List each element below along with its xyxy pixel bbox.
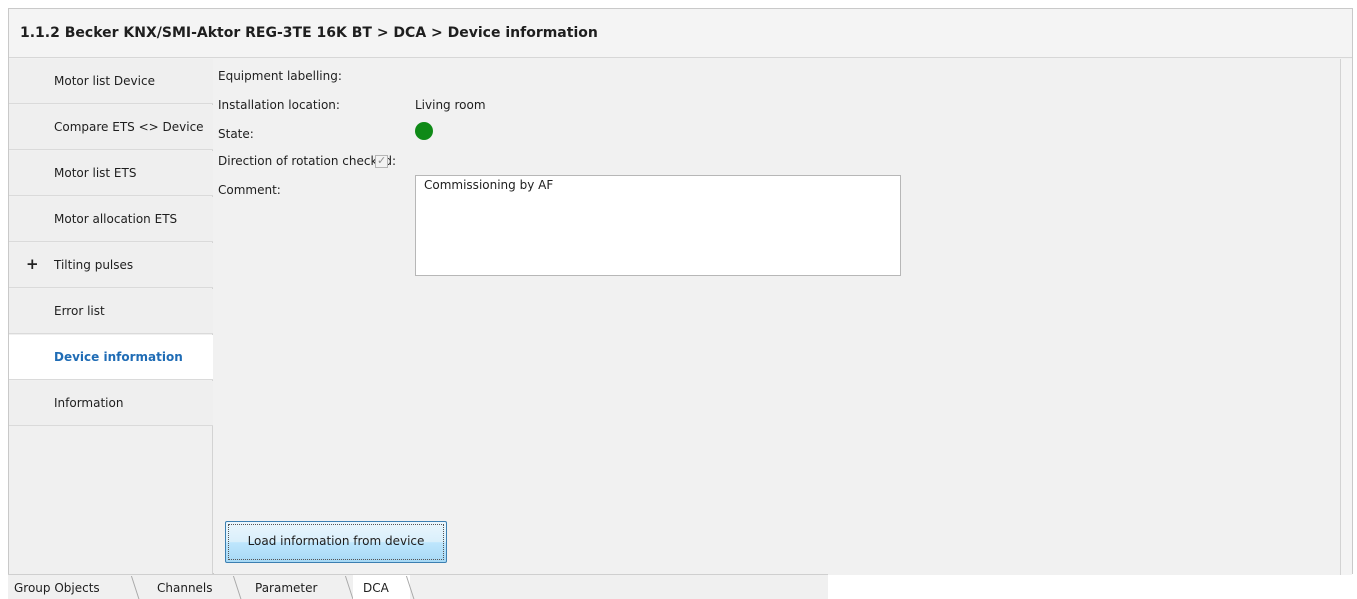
installation-location-value: Living room: [415, 98, 486, 112]
installation-location-label: Installation location:: [218, 98, 340, 112]
sidebar-item-label: Motor allocation ETS: [54, 212, 178, 226]
device-panel: 1.1.2 Becker KNX/SMI-Aktor REG-3TE 16K B…: [8, 8, 1353, 575]
sidebar-item-motor-list-ets[interactable]: Motor list ETS: [9, 151, 213, 196]
load-information-button[interactable]: Load information from device: [225, 521, 447, 563]
sidebar-item-error-list[interactable]: Error list: [9, 289, 213, 334]
tab-label: DCA: [363, 581, 389, 595]
bottom-tab-bar: Group Objects Channels Parameter DCA: [8, 574, 828, 599]
tab-label: Parameter: [255, 581, 318, 595]
equipment-labelling-label: Equipment labelling:: [218, 69, 342, 83]
vertical-scrollbar[interactable]: [1340, 59, 1352, 575]
tab-label: Channels: [157, 581, 213, 595]
state-label: State:: [218, 127, 254, 141]
direction-of-rotation-checkbox[interactable]: ✓: [375, 154, 388, 168]
tab-parameter[interactable]: Parameter: [241, 575, 351, 599]
dca-window: 1.1.2 Becker KNX/SMI-Aktor REG-3TE 16K B…: [0, 0, 1357, 599]
comment-label: Comment:: [218, 183, 281, 197]
tab-channels[interactable]: Channels: [139, 575, 239, 599]
sidebar-item-label: Device information: [54, 350, 183, 364]
direction-of-rotation-label: Direction of rotation checked:: [218, 154, 397, 168]
tab-group-objects[interactable]: Group Objects: [8, 575, 132, 599]
checkmark-icon: ✓: [377, 154, 387, 167]
sidebar-item-motor-allocation-ets[interactable]: Motor allocation ETS: [9, 197, 213, 242]
state-indicator: [415, 122, 433, 140]
sidebar-item-label: Information: [54, 396, 124, 410]
load-information-label: Load information from device: [247, 534, 425, 548]
sidebar-item-label: Error list: [54, 304, 105, 318]
breadcrumb: 1.1.2 Becker KNX/SMI-Aktor REG-3TE 16K B…: [20, 25, 598, 41]
sidebar-item-motor-list-device[interactable]: Motor list Device: [9, 59, 213, 104]
sidebar-item-tilting-pulses[interactable]: + Tilting pulses: [9, 243, 213, 288]
tab-dca[interactable]: DCA: [353, 575, 410, 599]
sidebar-item-label: Compare ETS <> Device: [54, 120, 204, 134]
sidebar-item-label: Motor list ETS: [54, 166, 137, 180]
sidebar-item-label: Tilting pulses: [54, 258, 134, 272]
sidebar: Motor list Device Compare ETS <> Device …: [9, 59, 213, 575]
sidebar-item-information[interactable]: Information: [9, 381, 213, 426]
sidebar-item-label: Motor list Device: [54, 74, 155, 88]
device-information-content: Equipment labelling: Installation locati…: [214, 59, 1340, 575]
sidebar-item-device-information[interactable]: Device information: [9, 335, 213, 380]
title-bar: 1.1.2 Becker KNX/SMI-Aktor REG-3TE 16K B…: [9, 9, 1352, 58]
sidebar-item-compare-ets-device[interactable]: Compare ETS <> Device: [9, 105, 213, 150]
comment-field[interactable]: Commissioning by AF: [415, 175, 901, 276]
expand-plus-icon[interactable]: +: [26, 255, 39, 273]
tab-label: Group Objects: [14, 581, 100, 595]
